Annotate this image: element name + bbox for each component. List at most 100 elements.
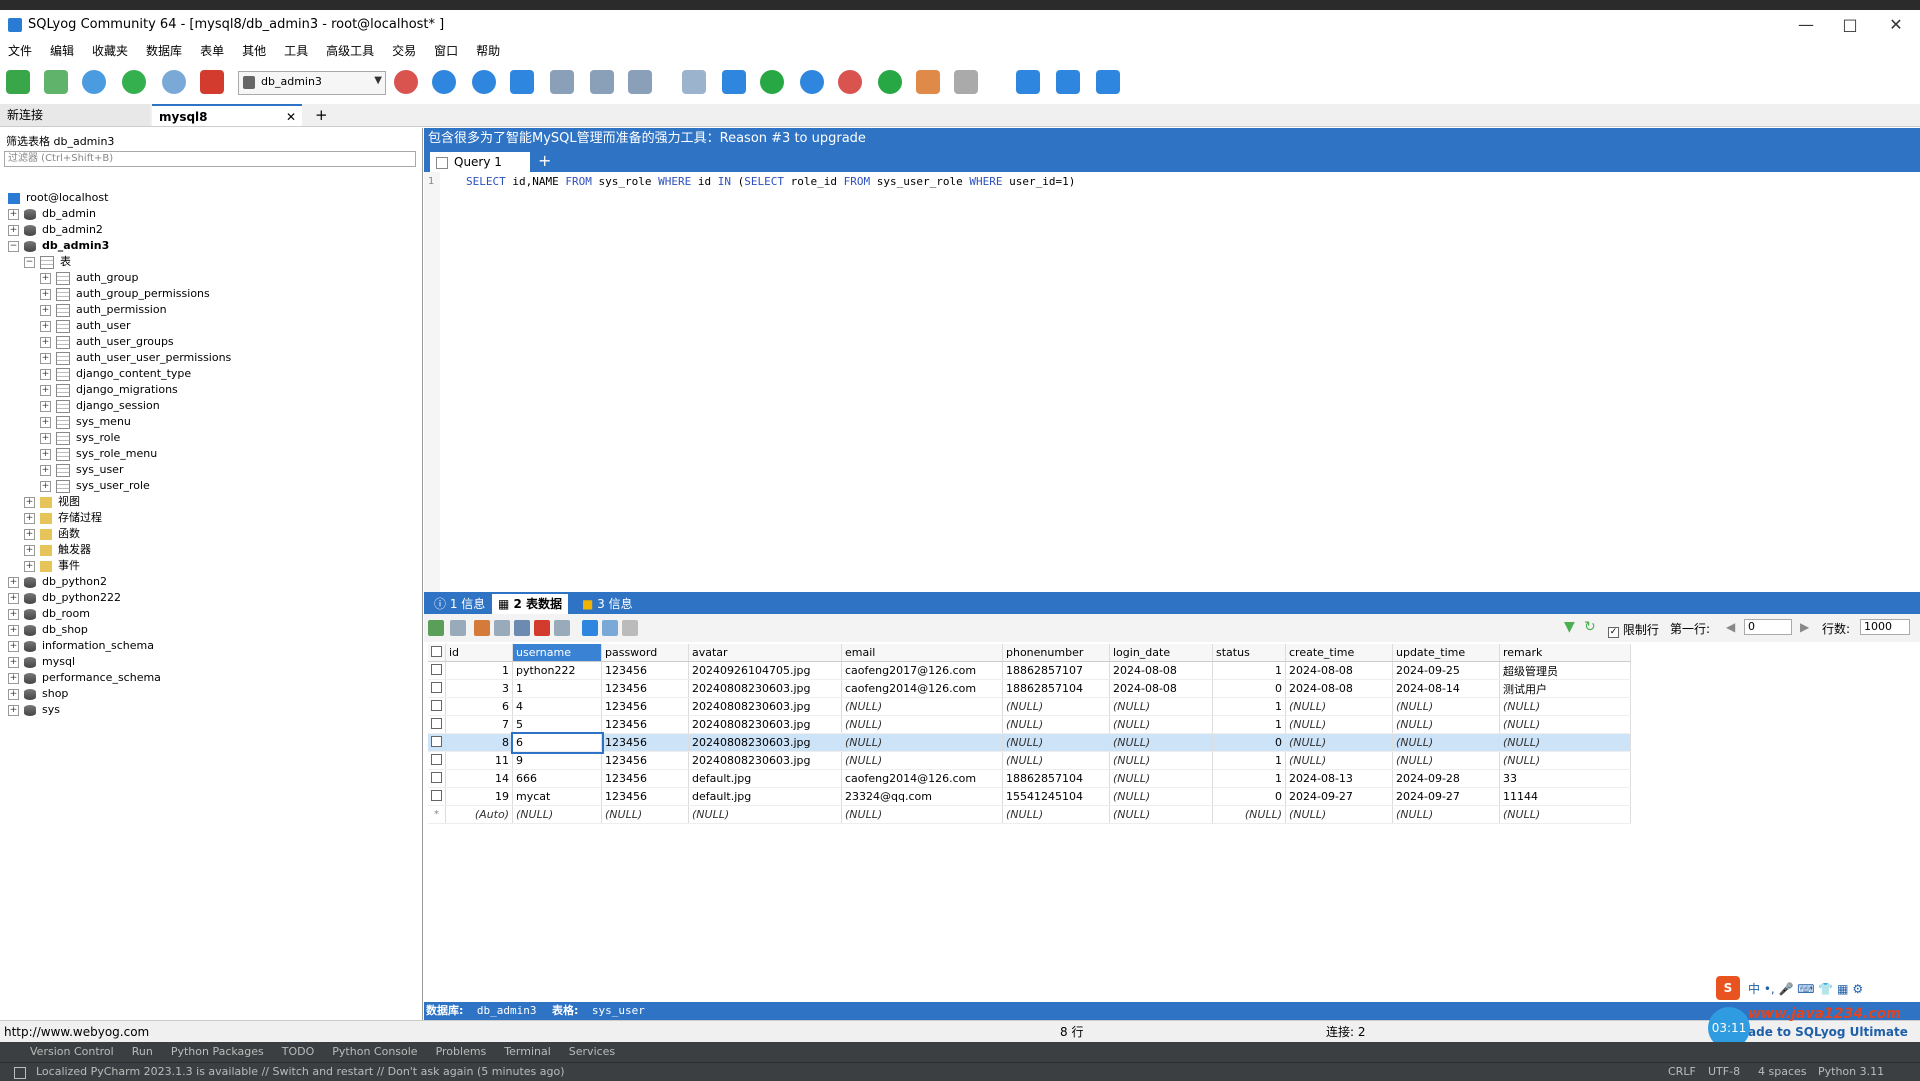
cell-avatar[interactable]: default.jpg (688, 769, 842, 788)
tree-db-sys[interactable]: + sys (8, 702, 60, 718)
expand-icon[interactable]: + (8, 576, 19, 588)
view-mode-icon[interactable] (450, 620, 466, 636)
tree-db-mysql[interactable]: + mysql (8, 654, 75, 670)
maximize-icon[interactable]: □ (1830, 14, 1870, 36)
cell-login_date[interactable]: (NULL) (1109, 733, 1213, 752)
expand-icon[interactable]: + (40, 384, 51, 396)
cell-remark[interactable]: 33 (1499, 769, 1631, 788)
cell-update_time[interactable]: 2024-08-14 (1392, 679, 1500, 698)
create-db-icon[interactable] (432, 70, 456, 94)
row-checkbox[interactable] (431, 735, 442, 747)
expand-icon[interactable]: + (8, 608, 19, 620)
expand-icon[interactable]: + (8, 656, 19, 668)
tree-table-django_content_type[interactable]: + django_content_type (40, 366, 191, 382)
cell-create_time[interactable]: (NULL) (1285, 715, 1393, 734)
minimize-icon[interactable]: — (1786, 14, 1826, 36)
duplicate-row-icon[interactable] (494, 620, 510, 636)
cell-remark[interactable]: 11144 (1499, 787, 1631, 806)
first-row-input[interactable]: 0 (1744, 619, 1792, 635)
tree-db-db_python222[interactable]: + db_python222 (8, 590, 121, 606)
cell-id[interactable]: 7 (445, 715, 513, 734)
cell-password[interactable]: 123456 (601, 733, 689, 752)
cell-update_time[interactable]: (NULL) (1392, 751, 1500, 770)
grid-view-icon[interactable] (582, 620, 598, 636)
ide-indent[interactable]: 4 spaces (1758, 1063, 1807, 1081)
tree-table-django_session[interactable]: + django_session (40, 398, 160, 414)
cell-email[interactable]: (NULL) (841, 805, 1003, 824)
close-tab-icon[interactable]: ✕ (286, 106, 296, 128)
row-checkbox[interactable] (431, 771, 442, 783)
cell-create_time[interactable]: (NULL) (1285, 733, 1393, 752)
table-row[interactable]: 7 5 123456 20240808230603.jpg (NULL) (NULL) (N… (428, 715, 1631, 734)
tree-table-sys_role_menu[interactable]: + sys_role_menu (40, 446, 157, 462)
expand-icon[interactable]: + (40, 288, 51, 300)
cell-remark[interactable]: 测试用户 (1499, 679, 1631, 698)
data-sync-icon[interactable] (1056, 70, 1080, 94)
rows-input[interactable]: 1000 (1860, 619, 1910, 635)
report-icon[interactable] (916, 70, 940, 94)
menu-item-4[interactable]: 表单 (191, 40, 233, 62)
cell-login_date[interactable]: 2024-08-08 (1109, 679, 1213, 698)
ide-tool-2[interactable]: Python Packages (171, 1042, 264, 1062)
tree-folder-2[interactable]: + 函数 (24, 526, 80, 542)
ide-tool-5[interactable]: Problems (436, 1042, 487, 1062)
schedule-icon[interactable] (838, 70, 862, 94)
cell-login_date[interactable]: (NULL) (1109, 805, 1213, 824)
cell-username[interactable]: 6 (510, 731, 604, 754)
execute-edit-icon[interactable] (162, 70, 186, 94)
cell-create_time[interactable]: 2024-08-08 (1285, 661, 1393, 680)
cell-login_date[interactable]: (NULL) (1109, 715, 1213, 734)
refresh-icon[interactable] (760, 70, 784, 94)
migrate-icon[interactable] (1016, 70, 1040, 94)
cell-phonenumber[interactable]: (NULL) (1002, 805, 1110, 824)
table-row[interactable]: * (Auto) (NULL) (NULL) (NULL) (NULL) (NULL) (NU… (428, 805, 1631, 824)
tree-table-sys_menu[interactable]: + sys_menu (40, 414, 131, 430)
cell-create_time[interactable]: (NULL) (1285, 805, 1393, 824)
row-checkbox[interactable] (431, 753, 442, 765)
cell-avatar[interactable]: 20240926104705.jpg (688, 661, 842, 680)
insert-row-icon[interactable] (428, 620, 444, 636)
expand-icon[interactable]: + (40, 416, 51, 428)
tree-db-db_shop[interactable]: + db_shop (8, 622, 88, 638)
expand-icon[interactable]: + (40, 400, 51, 412)
menu-item-10[interactable]: 帮助 (467, 40, 509, 62)
tree-table-django_migrations[interactable]: + django_migrations (40, 382, 178, 398)
cell-status[interactable]: 1 (1212, 751, 1286, 770)
column-header-email[interactable]: email (841, 644, 1003, 662)
cell-update_time[interactable]: (NULL) (1392, 733, 1500, 752)
tree-table-sys_role[interactable]: + sys_role (40, 430, 120, 446)
sql-editor[interactable]: 1 SELECT id,NAME FROM sys_role WHERE id … (424, 172, 1920, 592)
cell-username[interactable]: 1 (512, 679, 602, 698)
expand-icon[interactable]: + (24, 560, 35, 572)
menu-item-5[interactable]: 其他 (233, 40, 275, 62)
menu-item-9[interactable]: 窗口 (425, 40, 467, 62)
cancel-icon[interactable] (554, 620, 570, 636)
tree-table-auth_user_groups[interactable]: + auth_user_groups (40, 334, 174, 350)
menu-item-3[interactable]: 数据库 (137, 40, 191, 62)
cell-login_date[interactable]: 2024-08-08 (1109, 661, 1213, 680)
expand-icon[interactable]: + (40, 368, 51, 380)
cell-status[interactable]: (NULL) (1212, 805, 1286, 824)
ide-tool-7[interactable]: Services (569, 1042, 615, 1062)
expand-icon[interactable]: + (8, 640, 19, 652)
ide-tool-0[interactable]: Version Control (30, 1042, 114, 1062)
tree-table-sys_user_role[interactable]: + sys_user_role (40, 478, 150, 494)
save-icon[interactable] (514, 620, 530, 636)
tree-db-db_admin3[interactable]: − db_admin3 (8, 238, 109, 254)
sql-text[interactable]: SELECT id,NAME FROM sys_role WHERE id IN… (466, 175, 1075, 188)
cell-username[interactable]: 4 (512, 697, 602, 716)
ide-status-message[interactable]: Localized PyCharm 2023.1.3 is available … (36, 1063, 565, 1081)
cell-email[interactable]: caofeng2014@126.com (841, 679, 1003, 698)
expand-icon[interactable]: + (40, 432, 51, 444)
cell-phonenumber[interactable]: 18862857107 (1002, 661, 1110, 680)
cell-email[interactable]: caofeng2017@126.com (841, 661, 1003, 680)
menu-item-8[interactable]: 交易 (383, 40, 425, 62)
cell-remark[interactable]: (NULL) (1499, 805, 1631, 824)
ide-line-ending[interactable]: CRLF (1668, 1063, 1696, 1081)
cell-phonenumber[interactable]: (NULL) (1002, 715, 1110, 734)
cell-id[interactable]: 19 (445, 787, 513, 806)
cell-password[interactable]: 123456 (601, 751, 689, 770)
cell-username[interactable]: 5 (512, 715, 602, 734)
create-table-icon[interactable] (472, 70, 496, 94)
cell-username[interactable]: 9 (512, 751, 602, 770)
